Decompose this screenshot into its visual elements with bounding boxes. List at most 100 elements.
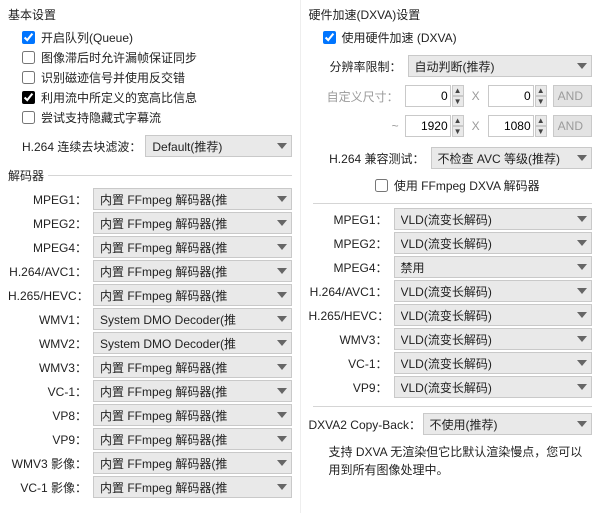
min-width-spin[interactable]: ▲▼ xyxy=(405,85,464,107)
decoder-combo-value: VLD(流变长解码) xyxy=(401,283,578,300)
chk-highbit-label: 利用流中所定义的宽高比信息 xyxy=(41,89,197,106)
up-icon[interactable]: ▲ xyxy=(535,85,547,96)
down-icon[interactable]: ▼ xyxy=(452,96,464,107)
decoder-row: H.264/AVC1：内置 FFmpeg 解码器(推 xyxy=(8,260,292,282)
decoder-row: MPEG4： 内置 FFmpeg 解码器(推 xyxy=(8,236,292,258)
chevron-down-icon xyxy=(277,218,287,228)
decoder-row-label: MPEG2： xyxy=(8,215,93,232)
chk-queue-input[interactable] xyxy=(22,31,35,44)
decoder-combo-value: 内置 FFmpeg 解码器(推 xyxy=(100,239,277,256)
chevron-down-icon xyxy=(277,141,287,151)
chk-ffmpeg-dxva-input[interactable] xyxy=(375,179,388,192)
deblock-combo[interactable]: Default(推荐) xyxy=(145,135,291,157)
decoder-combo[interactable]: 内置 FFmpeg 解码器(推 xyxy=(93,404,292,426)
chk-highbit[interactable]: 利用流中所定义的宽高比信息 xyxy=(22,87,292,107)
chk-magnetics-input[interactable] xyxy=(22,71,35,84)
decoder-combo[interactable]: 禁用 xyxy=(394,256,593,278)
decoder-combo[interactable]: System DMO Decoder(推 xyxy=(93,332,292,354)
chk-hidden-sub[interactable]: 尝试支持隐藏式字幕流 xyxy=(22,107,292,127)
decoder-combo-value: VLD(流变长解码) xyxy=(401,355,578,372)
decoder-combo-value: 内置 FFmpeg 解码器(推 xyxy=(100,479,277,496)
decoder-combo[interactable]: System DMO Decoder(推 xyxy=(93,308,292,330)
chk-framedrop-label: 图像滞后时允许漏帧保证同步 xyxy=(41,49,197,66)
decoder-row: VP8：内置 FFmpeg 解码器(推 xyxy=(8,404,292,426)
chk-framedrop[interactable]: 图像滞后时允许漏帧保证同步 xyxy=(22,47,292,67)
copyback-combo[interactable]: 不使用(推荐) xyxy=(423,413,593,435)
chk-framedrop-input[interactable] xyxy=(22,51,35,64)
max-width-spin[interactable]: ▲▼ xyxy=(405,115,464,137)
copyback-label: DXVA2 Copy-Back： xyxy=(309,416,423,433)
down-icon[interactable]: ▼ xyxy=(535,126,547,137)
decoder-combo[interactable]: 内置 FFmpeg 解码器(推 xyxy=(93,380,292,402)
up-icon[interactable]: ▲ xyxy=(535,115,547,126)
decoder-row-label: MPEG4： xyxy=(8,239,93,256)
decoder-fieldset: 解码器 xyxy=(8,167,292,184)
max-height-spin[interactable]: ▲▼ xyxy=(488,115,547,137)
decoder-combo-value: System DMO Decoder(推 xyxy=(100,311,277,328)
chevron-down-icon xyxy=(577,419,587,429)
dxva-settings-title: 硬件加速(DXVA)设置 xyxy=(309,6,593,23)
min-width-input[interactable] xyxy=(405,85,451,107)
chevron-down-icon xyxy=(277,458,287,468)
tilde-label: ~ xyxy=(323,119,405,133)
down-icon[interactable]: ▼ xyxy=(452,126,464,137)
decoder-combo[interactable]: VLD(流变长解码) xyxy=(394,208,593,230)
decoder-combo[interactable]: 内置 FFmpeg 解码器(推 xyxy=(93,452,292,474)
decoder-row: VC-1：VLD(流变长解码) xyxy=(309,352,593,374)
and-label: AND xyxy=(558,119,583,133)
chk-dxva-input[interactable] xyxy=(323,31,336,44)
chevron-down-icon xyxy=(277,290,287,300)
decoder-row-label: H.264/AVC1： xyxy=(309,283,394,300)
compat-combo[interactable]: 不检查 AVC 等级(推荐) xyxy=(431,147,593,169)
min-height-spin[interactable]: ▲▼ xyxy=(488,85,547,107)
reslimit-label: 分辨率限制： xyxy=(323,58,408,75)
up-icon[interactable]: ▲ xyxy=(452,85,464,96)
decoder-row: MPEG2：VLD(流变长解码) xyxy=(309,232,593,254)
max-height-input[interactable] xyxy=(488,115,534,137)
decoder-row: WMV2：System DMO Decoder(推 xyxy=(8,332,292,354)
decoder-combo[interactable]: 内置 FFmpeg 解码器(推 xyxy=(93,236,292,258)
decoder-combo[interactable]: 内置 FFmpeg 解码器(推 xyxy=(93,476,292,498)
compat-label: H.264 兼容测试： xyxy=(323,150,431,167)
chk-queue[interactable]: 开启队列(Queue) xyxy=(22,27,292,47)
max-width-input[interactable] xyxy=(405,115,451,137)
reslimit-combo[interactable]: 自动判断(推荐) xyxy=(408,55,593,77)
decoder-row: MPEG4：禁用 xyxy=(309,256,593,278)
decoder-row: WMV3：内置 FFmpeg 解码器(推 xyxy=(8,356,292,378)
and-button-2[interactable]: AND xyxy=(553,115,592,137)
chevron-down-icon xyxy=(577,358,587,368)
decoder-combo-value: 内置 FFmpeg 解码器(推 xyxy=(100,191,277,208)
decoder-combo[interactable]: 内置 FFmpeg 解码器(推 xyxy=(93,260,292,282)
decoder-combo[interactable]: 内置 FFmpeg 解码器(推 xyxy=(93,428,292,450)
min-height-input[interactable] xyxy=(488,85,534,107)
chevron-down-icon xyxy=(277,194,287,204)
chk-ffmpeg-dxva[interactable]: 使用 FFmpeg DXVA 解码器 xyxy=(375,175,540,195)
decoder-row-label: WMV3 影像： xyxy=(8,455,93,472)
decoder-combo[interactable]: 内置 FFmpeg 解码器(推 xyxy=(93,212,292,234)
chk-highbit-input[interactable] xyxy=(22,91,35,104)
decoder-combo[interactable]: VLD(流变长解码) xyxy=(394,232,593,254)
chk-magnetics[interactable]: 识别磁迹信号并使用反交错 xyxy=(22,67,292,87)
decoder-combo-value: VLD(流变长解码) xyxy=(401,307,578,324)
chevron-down-icon xyxy=(277,314,287,324)
decoder-combo[interactable]: VLD(流变长解码) xyxy=(394,328,593,350)
decoder-combo[interactable]: 内置 FFmpeg 解码器(推 xyxy=(93,188,292,210)
chk-dxva[interactable]: 使用硬件加速 (DXVA) xyxy=(323,27,593,47)
and-button-1[interactable]: AND xyxy=(553,85,592,107)
chk-hidden-sub-input[interactable] xyxy=(22,111,35,124)
decoder-row: WMV1：System DMO Decoder(推 xyxy=(8,308,292,330)
decoder-combo[interactable]: VLD(流变长解码) xyxy=(394,304,593,326)
chevron-down-icon xyxy=(577,262,587,272)
down-icon[interactable]: ▼ xyxy=(535,96,547,107)
decoder-combo[interactable]: VLD(流变长解码) xyxy=(394,352,593,374)
decoder-combo-value: 内置 FFmpeg 解码器(推 xyxy=(100,431,277,448)
chevron-down-icon xyxy=(277,242,287,252)
decoder-combo[interactable]: 内置 FFmpeg 解码器(推 xyxy=(93,356,292,378)
decoder-row: MPEG1：内置 FFmpeg 解码器(推 xyxy=(8,188,292,210)
decoder-combo-value: VLD(流变长解码) xyxy=(401,235,578,252)
decoder-combo[interactable]: VLD(流变长解码) xyxy=(394,376,593,398)
up-icon[interactable]: ▲ xyxy=(452,115,464,126)
copyback-combo-value: 不使用(推荐) xyxy=(430,416,578,433)
decoder-combo[interactable]: VLD(流变长解码) xyxy=(394,280,593,302)
decoder-combo[interactable]: 内置 FFmpeg 解码器(推 xyxy=(93,284,292,306)
